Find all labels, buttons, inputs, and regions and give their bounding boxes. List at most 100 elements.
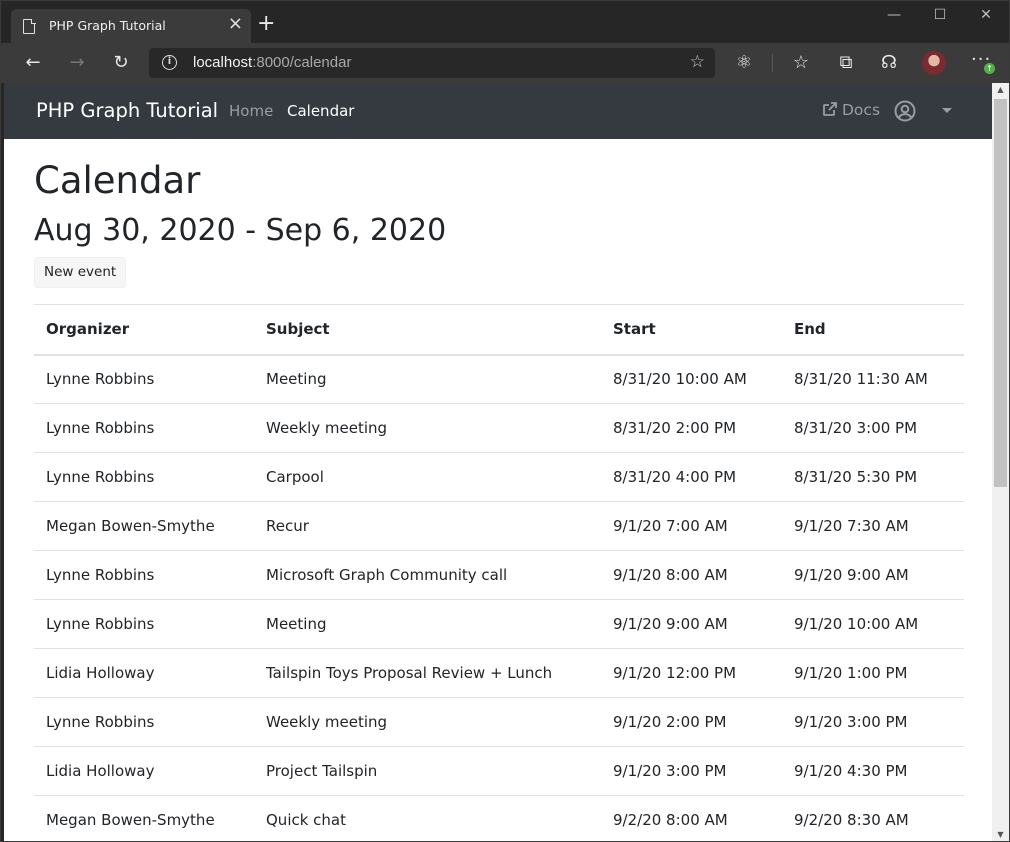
cell-end: 9/1/20 9:00 AM — [782, 550, 964, 600]
cell-organizer: Lynne Robbins — [34, 452, 254, 502]
cell-end: 9/1/20 1:00 PM — [782, 648, 964, 698]
table-row: Lynne Robbins Microsoft Graph Community c… — [34, 550, 964, 600]
date-range-heading: Aug 30, 2020 - Sep 6, 2020 — [34, 213, 447, 248]
cell-subject: Project Tailspin — [254, 746, 601, 796]
tab-strip: PHP Graph Tutorial × + — ☐ ✕ — [1, 1, 1009, 43]
minimize-icon[interactable]: — — [879, 7, 909, 23]
cell-end: 9/1/20 3:00 PM — [782, 697, 964, 747]
cell-end: 8/31/20 5:30 PM — [782, 452, 964, 502]
table-header-row: Organizer Subject Start End — [34, 304, 964, 356]
column-header-subject: Subject — [254, 304, 601, 356]
update-badge-icon: ↑ — [984, 63, 995, 74]
close-window-icon[interactable]: ✕ — [971, 7, 1001, 23]
cell-end: 9/1/20 7:30 AM — [782, 501, 964, 551]
back-icon[interactable]: ← — [21, 51, 45, 75]
cell-end: 8/31/20 11:30 AM — [782, 354, 964, 404]
browser-tab[interactable]: PHP Graph Tutorial × — [11, 9, 251, 43]
table-row: Lynne Robbins Carpool 8/31/20 4:00 PM 8/31/… — [34, 452, 964, 502]
navbar-brand[interactable]: PHP Graph Tutorial — [36, 99, 218, 122]
cell-end: 9/2/20 8:30 AM — [782, 795, 964, 841]
new-tab-icon[interactable]: + — [257, 13, 275, 35]
toolbar-divider — [772, 54, 773, 72]
scrollbar-thumb[interactable] — [994, 99, 1007, 487]
scroll-down-arrow-icon[interactable]: ▼ — [992, 830, 1009, 839]
cell-start: 9/1/20 9:00 AM — [601, 599, 782, 649]
cell-organizer: Megan Bowen-Smythe — [34, 501, 254, 551]
collections-icon[interactable]: ⧉ — [834, 51, 858, 75]
nav-link-calendar[interactable]: Calendar — [287, 102, 354, 120]
browser-window: PHP Graph Tutorial × + — ☐ ✕ ← → ↻ i loc… — [0, 0, 1010, 842]
forward-icon[interactable]: → — [65, 51, 89, 75]
cell-start: 9/1/20 2:00 PM — [601, 697, 782, 747]
cell-end: 9/1/20 4:30 PM — [782, 746, 964, 796]
cell-organizer: Lynne Robbins — [34, 550, 254, 600]
user-menu-caret-icon[interactable] — [942, 108, 952, 113]
table-row: Lynne Robbins Weekly meeting 9/1/20 2:00 P… — [34, 697, 964, 747]
react-devtools-icon[interactable]: ⚛ — [732, 51, 756, 75]
column-header-start: Start — [601, 304, 782, 356]
events-table: Organizer Subject Start End Lynne Robbin… — [34, 304, 964, 841]
table-row: Lidia Holloway Project Tailspin 9/1/20 3:0… — [34, 746, 964, 796]
cell-subject: Meeting — [254, 354, 601, 404]
table-row: Lidia Holloway Tailspin Toys Proposal Rev… — [34, 648, 964, 698]
address-bar[interactable]: i localhost:8000/calendar ☆ — [149, 48, 715, 78]
table-row: Lynne Robbins Weekly meeting 8/31/20 2:00 … — [34, 403, 964, 453]
vertical-scrollbar[interactable]: ▲ ▼ — [992, 83, 1009, 841]
cell-start: 9/1/20 3:00 PM — [601, 746, 782, 796]
nav-link-home[interactable]: Home — [229, 102, 273, 120]
favorite-star-icon[interactable]: ☆ — [690, 52, 705, 72]
scroll-up-arrow-icon[interactable]: ▲ — [992, 85, 1009, 94]
cell-subject: Meeting — [254, 599, 601, 649]
events-table-body: Lynne Robbins Meeting 8/31/20 10:00 AM 8/31… — [34, 354, 964, 841]
cell-start: 9/2/20 8:00 AM — [601, 795, 782, 841]
table-row: Lynne Robbins Meeting 8/31/20 10:00 AM 8/31… — [34, 354, 964, 404]
cell-organizer: Lynne Robbins — [34, 599, 254, 649]
cell-subject: Quick chat — [254, 795, 601, 841]
maximize-icon[interactable]: ☐ — [925, 7, 955, 23]
cell-subject: Weekly meeting — [254, 403, 601, 453]
url-path: :8000/calendar — [252, 54, 352, 71]
close-tab-icon[interactable]: × — [228, 14, 243, 34]
column-header-end: End — [782, 304, 964, 356]
cell-subject: Tailspin Toys Proposal Review + Lunch — [254, 648, 601, 698]
app-navbar: PHP Graph Tutorial Home Calendar Docs — [4, 83, 992, 139]
user-circle-icon[interactable] — [894, 100, 916, 122]
profile-avatar[interactable] — [922, 51, 946, 75]
feedback-icon[interactable]: ☊ — [877, 51, 901, 75]
cell-organizer: Lidia Holloway — [34, 648, 254, 698]
cell-subject: Recur — [254, 501, 601, 551]
cell-organizer: Megan Bowen-Smythe — [34, 795, 254, 841]
info-icon[interactable]: i — [162, 55, 177, 70]
cell-start: 9/1/20 7:00 AM — [601, 501, 782, 551]
cell-organizer: Lynne Robbins — [34, 403, 254, 453]
cell-end: 8/31/20 3:00 PM — [782, 403, 964, 453]
tab-title: PHP Graph Tutorial — [49, 18, 166, 33]
cell-subject: Carpool — [254, 452, 601, 502]
cell-start: 8/31/20 2:00 PM — [601, 403, 782, 453]
cell-subject: Microsoft Graph Community call — [254, 550, 601, 600]
page-title: Calendar — [34, 159, 201, 202]
cell-organizer: Lidia Holloway — [34, 746, 254, 796]
cell-organizer: Lynne Robbins — [34, 697, 254, 747]
cell-start: 8/31/20 4:00 PM — [601, 452, 782, 502]
browser-toolbar: ← → ↻ i localhost:8000/calendar ☆ ⚛ ☆ ⧉ … — [1, 43, 1009, 83]
table-row: Lynne Robbins Meeting 9/1/20 9:00 AM 9/1/20… — [34, 599, 964, 649]
table-row: Megan Bowen-Smythe Quick chat 9/2/20 8:00 … — [34, 795, 964, 841]
docs-label: Docs — [842, 101, 881, 119]
cell-subject: Weekly meeting — [254, 697, 601, 747]
cell-organizer: Lynne Robbins — [34, 354, 254, 404]
docs-link[interactable]: Docs — [822, 101, 880, 119]
cell-end: 9/1/20 10:00 AM — [782, 599, 964, 649]
favorites-icon[interactable]: ☆ — [789, 51, 813, 75]
url-text[interactable]: localhost:8000/calendar — [193, 54, 351, 71]
cell-start: 9/1/20 8:00 AM — [601, 550, 782, 600]
page-viewport: PHP Graph Tutorial Home Calendar Docs Ca… — [4, 83, 992, 841]
new-event-button[interactable]: New event — [34, 257, 127, 288]
refresh-icon[interactable]: ↻ — [109, 51, 133, 75]
external-link-icon — [823, 102, 837, 116]
url-host: localhost — [193, 54, 253, 71]
column-header-organizer: Organizer — [34, 304, 254, 356]
table-row: Megan Bowen-Smythe Recur 9/1/20 7:00 AM 9/1… — [34, 501, 964, 551]
cell-start: 8/31/20 10:00 AM — [601, 354, 782, 404]
page-icon — [23, 18, 36, 34]
